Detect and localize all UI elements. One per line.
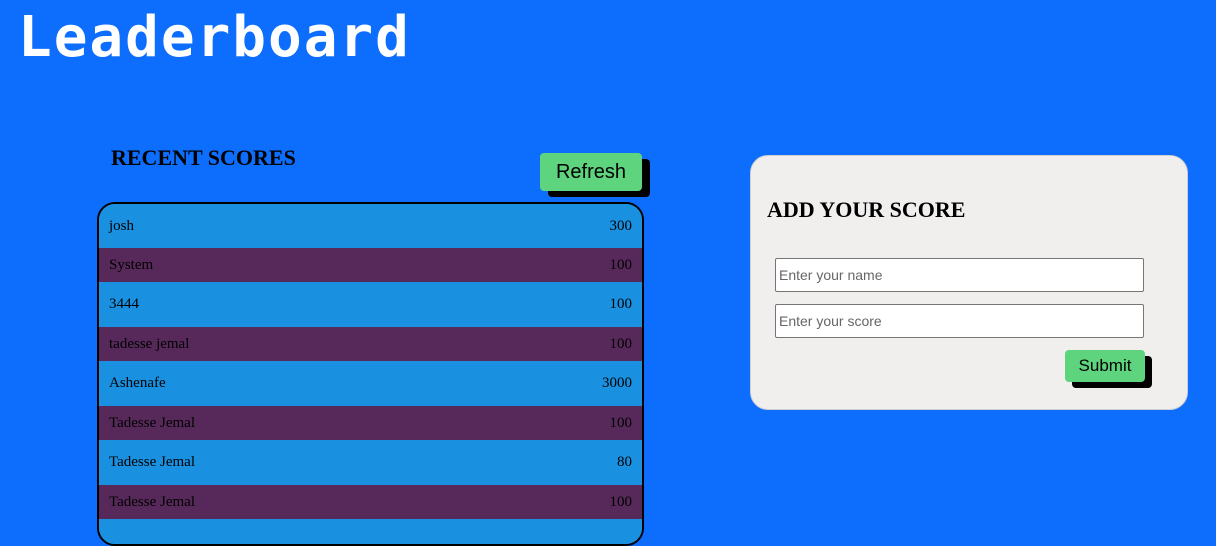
score-row: Tadesse Jemal 100 (99, 485, 642, 519)
score-row: Tadesse Jemal 100 (99, 406, 642, 440)
page-title: Leaderboard (18, 5, 411, 70)
add-score-title: ADD YOUR SCORE (767, 197, 966, 222)
player-name: Tadesse Jemal (109, 493, 196, 510)
player-score: 100 (609, 256, 633, 273)
player-score: 100 (609, 493, 633, 510)
name-input[interactable] (775, 258, 1144, 292)
player-score: 100 (609, 296, 633, 312)
submit-button[interactable]: Submit (1065, 350, 1145, 382)
player-name: Tadesse Jemal (109, 414, 196, 431)
score-row: Ashenafe 3000 (99, 361, 642, 406)
add-score-card: ADD YOUR SCORE Submit (750, 155, 1188, 410)
score-row: tadesse jemal 100 (99, 327, 642, 361)
player-score: 300 (609, 217, 633, 234)
player-name: System (109, 256, 154, 273)
player-score: 80 (617, 454, 632, 470)
refresh-button[interactable]: Refresh (540, 153, 642, 191)
recent-scores-title: RECENT SCORES (111, 145, 296, 170)
score-row: josh 300 (99, 204, 642, 248)
player-score: 100 (609, 414, 633, 431)
player-score: 100 (609, 335, 633, 352)
score-row: System 100 (99, 248, 642, 282)
score-row: Tadesse Jemal 80 (99, 440, 642, 485)
player-name: 3444 (109, 296, 139, 312)
player-name: tadesse jemal (109, 335, 190, 352)
score-row: 3444 100 (99, 282, 642, 327)
score-list: josh 300 System 100 3444 100 tadesse jem… (97, 202, 644, 546)
score-input[interactable] (775, 304, 1144, 338)
score-row (99, 519, 642, 544)
player-score: 3000 (602, 375, 632, 391)
player-name: Ashenafe (109, 375, 166, 391)
player-name: Tadesse Jemal (109, 454, 196, 470)
player-name: josh (109, 217, 135, 234)
